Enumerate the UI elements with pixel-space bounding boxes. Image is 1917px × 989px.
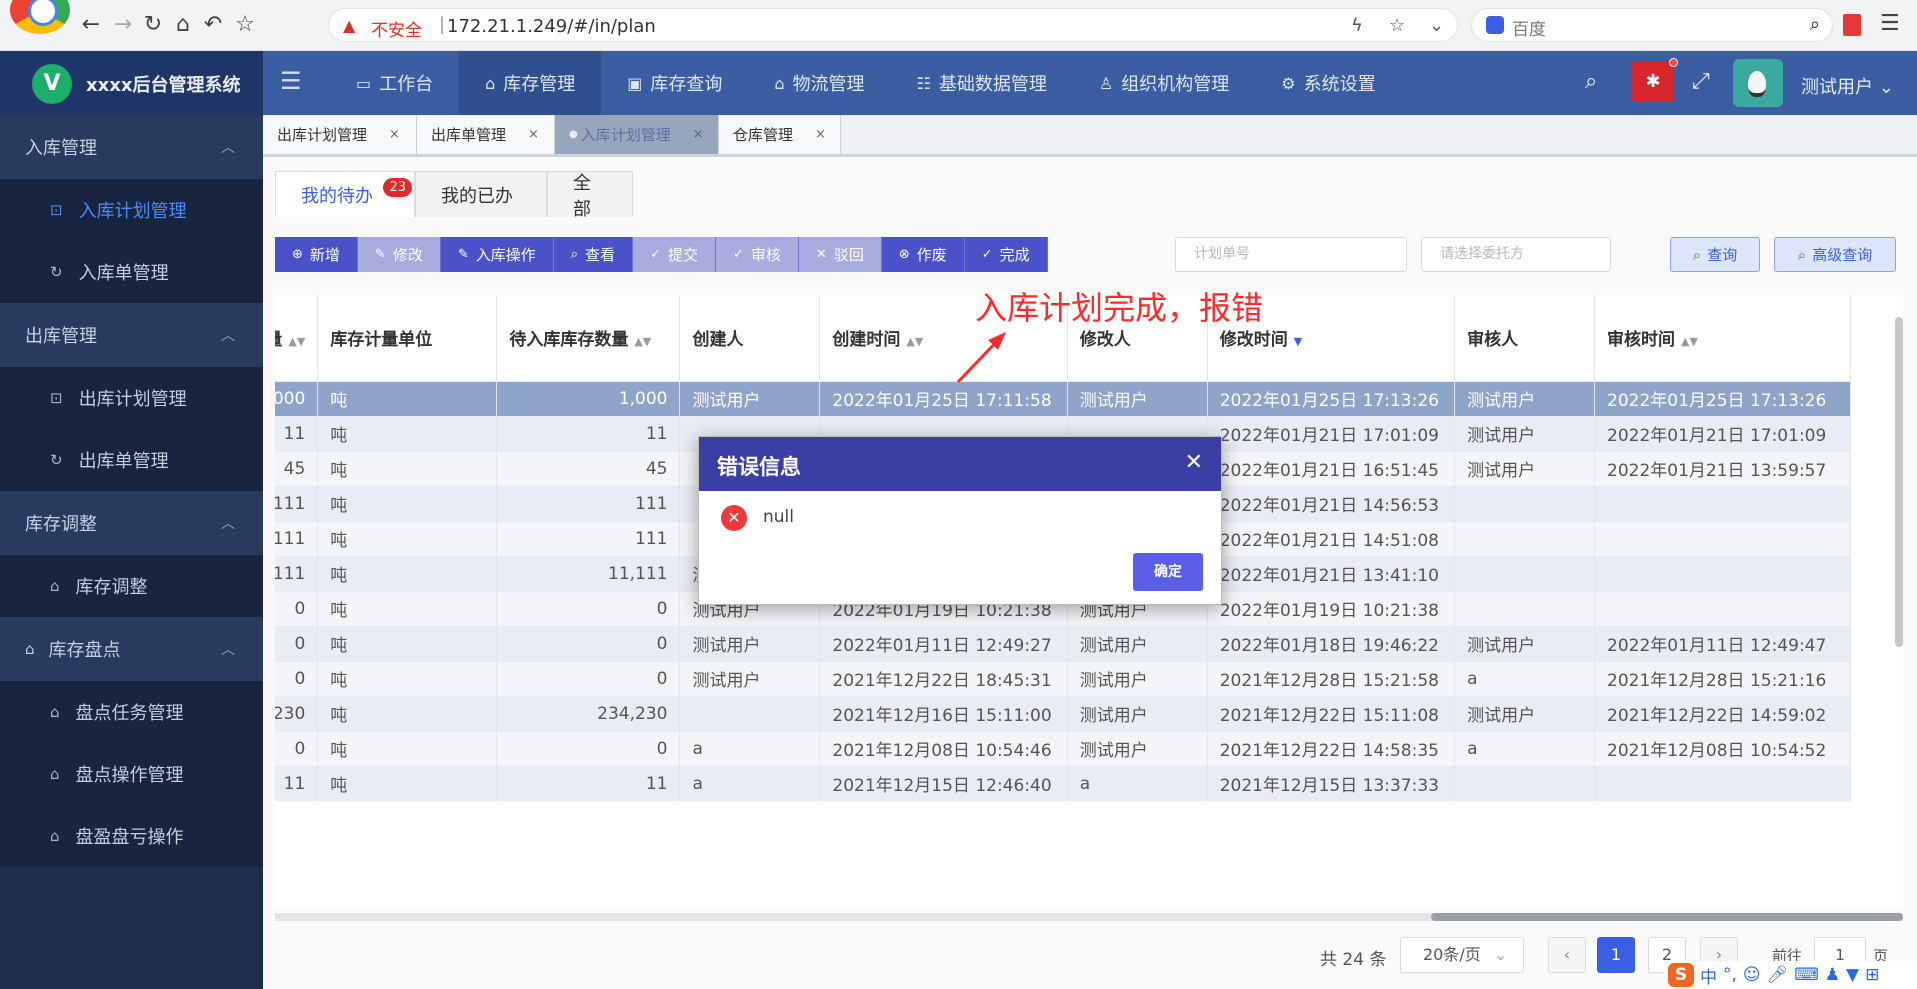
- dialog-header: 错误信息 ✕: [699, 437, 1221, 491]
- dialog-title: 错误信息: [717, 455, 801, 479]
- confirm-button[interactable]: 确定: [1133, 553, 1203, 591]
- dialog-message: null: [763, 507, 794, 527]
- error-dialog: 错误信息 ✕ ✕ null 确定: [698, 436, 1222, 605]
- error-icon: ✕: [721, 505, 747, 531]
- close-icon[interactable]: ✕: [1185, 450, 1203, 475]
